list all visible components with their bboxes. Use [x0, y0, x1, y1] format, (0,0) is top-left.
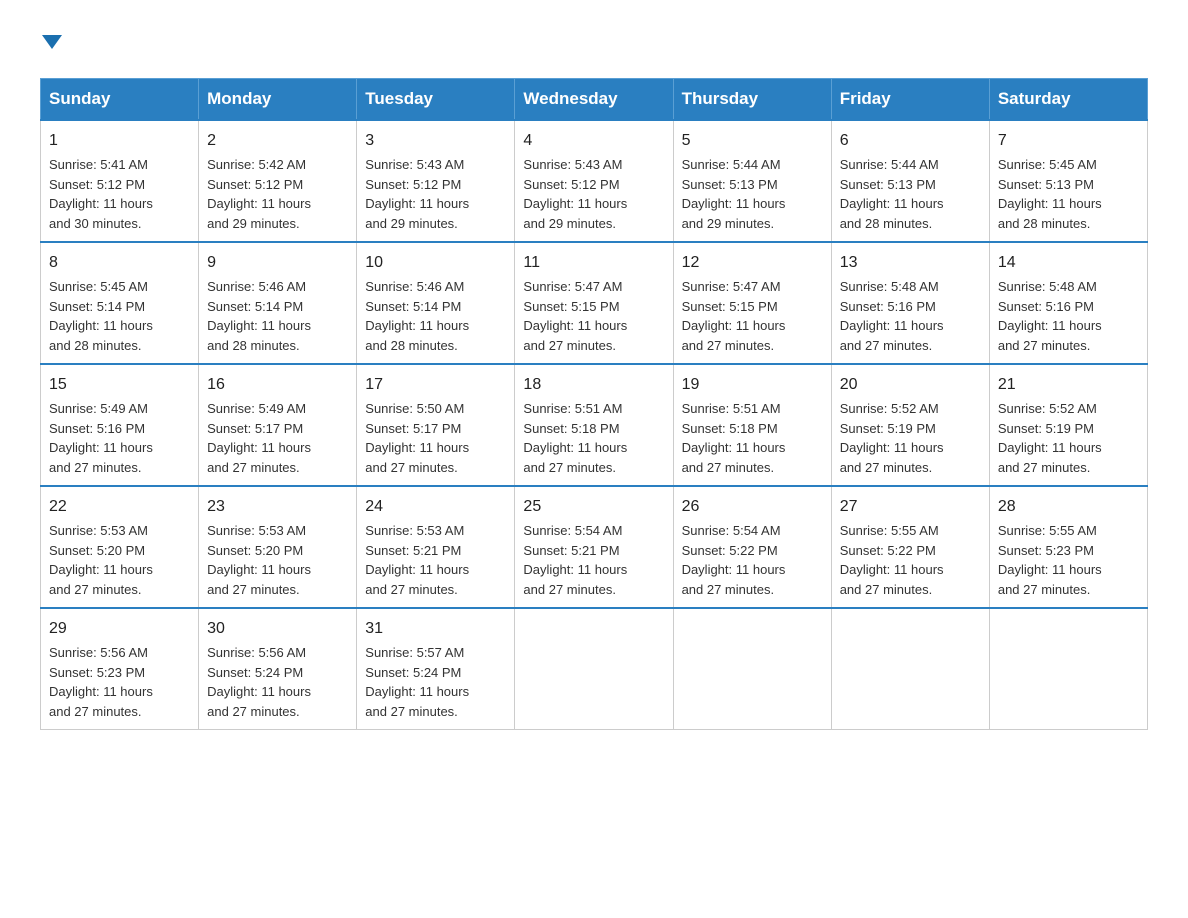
day-number: 21 [998, 373, 1139, 397]
day-cell-4: 4Sunrise: 5:43 AMSunset: 5:12 PMDaylight… [515, 120, 673, 242]
col-header-friday: Friday [831, 79, 989, 121]
day-number: 18 [523, 373, 664, 397]
day-number: 13 [840, 251, 981, 275]
day-cell-28: 28Sunrise: 5:55 AMSunset: 5:23 PMDayligh… [989, 486, 1147, 608]
day-cell-8: 8Sunrise: 5:45 AMSunset: 5:14 PMDaylight… [41, 242, 199, 364]
day-number: 27 [840, 495, 981, 519]
day-number: 31 [365, 617, 506, 641]
day-cell-31: 31Sunrise: 5:57 AMSunset: 5:24 PMDayligh… [357, 608, 515, 730]
day-number: 24 [365, 495, 506, 519]
day-cell-11: 11Sunrise: 5:47 AMSunset: 5:15 PMDayligh… [515, 242, 673, 364]
day-number: 6 [840, 129, 981, 153]
day-cell-15: 15Sunrise: 5:49 AMSunset: 5:16 PMDayligh… [41, 364, 199, 486]
week-row-5: 29Sunrise: 5:56 AMSunset: 5:23 PMDayligh… [41, 608, 1148, 730]
day-cell-18: 18Sunrise: 5:51 AMSunset: 5:18 PMDayligh… [515, 364, 673, 486]
day-cell-13: 13Sunrise: 5:48 AMSunset: 5:16 PMDayligh… [831, 242, 989, 364]
day-cell-10: 10Sunrise: 5:46 AMSunset: 5:14 PMDayligh… [357, 242, 515, 364]
day-cell-23: 23Sunrise: 5:53 AMSunset: 5:20 PMDayligh… [199, 486, 357, 608]
empty-cell [673, 608, 831, 730]
day-number: 12 [682, 251, 823, 275]
day-number: 1 [49, 129, 190, 153]
calendar-table: SundayMondayTuesdayWednesdayThursdayFrid… [40, 78, 1148, 730]
week-row-4: 22Sunrise: 5:53 AMSunset: 5:20 PMDayligh… [41, 486, 1148, 608]
day-cell-27: 27Sunrise: 5:55 AMSunset: 5:22 PMDayligh… [831, 486, 989, 608]
day-number: 14 [998, 251, 1139, 275]
day-cell-16: 16Sunrise: 5:49 AMSunset: 5:17 PMDayligh… [199, 364, 357, 486]
empty-cell [989, 608, 1147, 730]
col-header-wednesday: Wednesday [515, 79, 673, 121]
week-row-2: 8Sunrise: 5:45 AMSunset: 5:14 PMDaylight… [41, 242, 1148, 364]
day-number: 15 [49, 373, 190, 397]
col-header-sunday: Sunday [41, 79, 199, 121]
day-cell-21: 21Sunrise: 5:52 AMSunset: 5:19 PMDayligh… [989, 364, 1147, 486]
days-header-row: SundayMondayTuesdayWednesdayThursdayFrid… [41, 79, 1148, 121]
day-number: 29 [49, 617, 190, 641]
day-number: 23 [207, 495, 348, 519]
day-number: 9 [207, 251, 348, 275]
day-number: 17 [365, 373, 506, 397]
day-number: 22 [49, 495, 190, 519]
day-cell-24: 24Sunrise: 5:53 AMSunset: 5:21 PMDayligh… [357, 486, 515, 608]
page-header [40, 30, 1148, 58]
logo [40, 30, 62, 58]
day-number: 19 [682, 373, 823, 397]
day-number: 28 [998, 495, 1139, 519]
day-number: 16 [207, 373, 348, 397]
day-cell-19: 19Sunrise: 5:51 AMSunset: 5:18 PMDayligh… [673, 364, 831, 486]
col-header-saturday: Saturday [989, 79, 1147, 121]
day-cell-3: 3Sunrise: 5:43 AMSunset: 5:12 PMDaylight… [357, 120, 515, 242]
day-cell-9: 9Sunrise: 5:46 AMSunset: 5:14 PMDaylight… [199, 242, 357, 364]
day-cell-7: 7Sunrise: 5:45 AMSunset: 5:13 PMDaylight… [989, 120, 1147, 242]
day-cell-20: 20Sunrise: 5:52 AMSunset: 5:19 PMDayligh… [831, 364, 989, 486]
day-number: 4 [523, 129, 664, 153]
day-number: 11 [523, 251, 664, 275]
col-header-thursday: Thursday [673, 79, 831, 121]
empty-cell [515, 608, 673, 730]
day-cell-30: 30Sunrise: 5:56 AMSunset: 5:24 PMDayligh… [199, 608, 357, 730]
day-cell-12: 12Sunrise: 5:47 AMSunset: 5:15 PMDayligh… [673, 242, 831, 364]
day-number: 2 [207, 129, 348, 153]
day-number: 5 [682, 129, 823, 153]
logo-arrow-icon [42, 35, 62, 49]
day-cell-17: 17Sunrise: 5:50 AMSunset: 5:17 PMDayligh… [357, 364, 515, 486]
week-row-3: 15Sunrise: 5:49 AMSunset: 5:16 PMDayligh… [41, 364, 1148, 486]
day-cell-5: 5Sunrise: 5:44 AMSunset: 5:13 PMDaylight… [673, 120, 831, 242]
logo-top [40, 30, 62, 58]
empty-cell [831, 608, 989, 730]
day-cell-22: 22Sunrise: 5:53 AMSunset: 5:20 PMDayligh… [41, 486, 199, 608]
day-number: 3 [365, 129, 506, 153]
day-number: 30 [207, 617, 348, 641]
day-cell-6: 6Sunrise: 5:44 AMSunset: 5:13 PMDaylight… [831, 120, 989, 242]
col-header-monday: Monday [199, 79, 357, 121]
day-number: 7 [998, 129, 1139, 153]
day-cell-2: 2Sunrise: 5:42 AMSunset: 5:12 PMDaylight… [199, 120, 357, 242]
day-number: 25 [523, 495, 664, 519]
day-number: 8 [49, 251, 190, 275]
day-cell-26: 26Sunrise: 5:54 AMSunset: 5:22 PMDayligh… [673, 486, 831, 608]
day-number: 20 [840, 373, 981, 397]
week-row-1: 1Sunrise: 5:41 AMSunset: 5:12 PMDaylight… [41, 120, 1148, 242]
day-cell-1: 1Sunrise: 5:41 AMSunset: 5:12 PMDaylight… [41, 120, 199, 242]
col-header-tuesday: Tuesday [357, 79, 515, 121]
day-cell-25: 25Sunrise: 5:54 AMSunset: 5:21 PMDayligh… [515, 486, 673, 608]
day-number: 10 [365, 251, 506, 275]
day-cell-14: 14Sunrise: 5:48 AMSunset: 5:16 PMDayligh… [989, 242, 1147, 364]
day-number: 26 [682, 495, 823, 519]
day-cell-29: 29Sunrise: 5:56 AMSunset: 5:23 PMDayligh… [41, 608, 199, 730]
